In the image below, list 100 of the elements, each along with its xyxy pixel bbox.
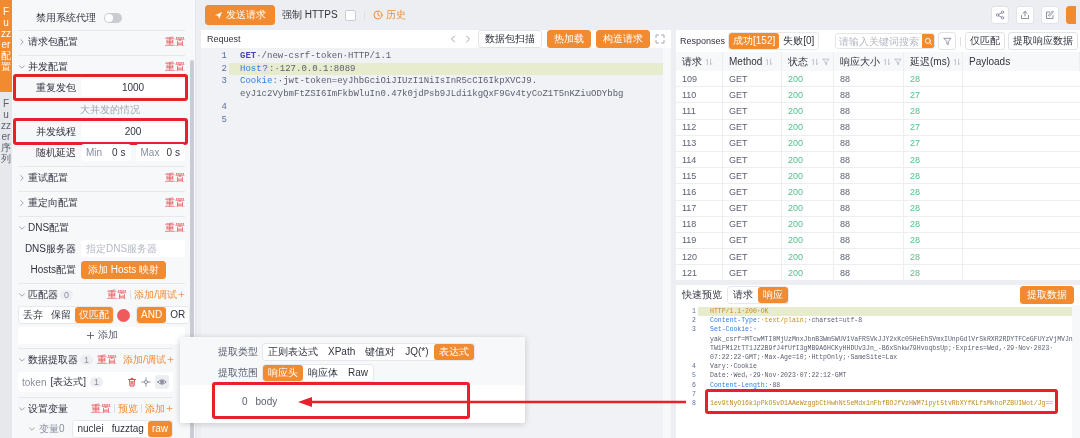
action-link[interactable]: 重置 [165,195,185,210]
table-cell: 88 [834,119,904,136]
side-tab[interactable]: Fuzzer 序列 [0,92,12,170]
extractor-name: token [22,376,47,388]
table-cell: 88 [834,103,904,120]
column-header[interactable]: 延迟(ms) [904,52,963,71]
type-option[interactable]: JQ(*) [400,344,434,360]
table-cell: 118 [676,216,723,233]
table-cell: 200 [782,71,834,88]
section-title[interactable]: 重定向配置 [28,195,78,210]
field-label: 提取范围 [218,366,258,380]
add-button[interactable]: 添加 [18,326,185,344]
min-delay-field[interactable]: Min 0 s [81,144,131,161]
field-label: 提取类型 [218,345,258,359]
dns-server-field[interactable]: 指定DNS服务器 [81,240,185,257]
table-cell: GET [723,168,782,185]
result-tab[interactable]: 失败[0] [779,33,819,49]
mode-option[interactable]: nuclei [73,421,108,437]
section-title[interactable]: 匹配器 [28,287,58,302]
extractor-item[interactable]: token [表达式] 1 [18,372,173,392]
table-cell: GET [723,216,782,233]
column-header[interactable]: Method [723,52,782,71]
table-cell: 200 [782,119,834,136]
checkbox-label: 强制 HTTPS [282,8,338,22]
table-cell: 200 [782,232,834,250]
toolbar-button[interactable]: 数据包扫描 [478,30,542,48]
preview-tab[interactable]: 请求 [728,287,758,303]
table-cell: 110 [676,87,723,104]
mode-option[interactable]: 丢弃 [19,307,47,323]
action-link[interactable]: 重置 [165,220,185,235]
type-option[interactable]: 键值对 [360,344,401,360]
mode-option[interactable]: 保留 [47,307,75,323]
field-label: 随机延迟 [35,145,76,160]
column-header[interactable]: 请求 [676,52,723,71]
line-number: 2 [220,62,228,76]
table-cell: GET [723,103,782,120]
max-delay-field[interactable]: Max 0 s [135,144,185,161]
table-cell: 114 [676,151,723,169]
table-cell: GET [723,135,782,152]
action-link[interactable]: 重置 [107,287,128,302]
variable-name: 变量0 [39,422,65,436]
table-cell: 112 [676,119,723,136]
table-cell: GET [723,200,782,217]
table-cell: 88 [834,135,904,152]
table-cell: 88 [834,200,904,217]
search-field[interactable]: 请输入关键词搜索 [835,33,935,49]
field-label: DNS服务器 [23,241,76,256]
table-cell: 115 [676,168,723,185]
line-number: 1 [220,50,228,63]
section-title[interactable]: 并发配置 [28,59,68,74]
table-cell: GET [723,232,782,250]
toolbar-button[interactable]: 提取响应数据 [1008,32,1078,50]
unit-label: s [175,147,180,158]
field-value: 0 [111,147,118,158]
table-cell: 88 [834,71,904,88]
action-link[interactable]: 重置 [91,401,111,416]
extractor-type: [表达式] [50,375,87,389]
table-cell: GET [723,249,782,266]
table-cell: 27 [904,135,963,152]
action-link[interactable]: 重置 [97,352,117,367]
column-header[interactable]: 状态 [782,52,834,71]
table-cell: 28 [904,168,963,185]
number-field[interactable]: 1000 [81,79,185,96]
action-link[interactable]: 重置 [165,170,185,185]
action-link[interactable]: 重置 [165,59,185,74]
mode-option[interactable]: fuzztag [107,421,148,437]
table-cell: 200 [782,216,834,233]
count-badge: 1 [80,354,93,365]
scope-option[interactable]: 响应体 [303,365,343,381]
table-cell: 88 [834,265,904,280]
action-link[interactable]: 重置 [165,34,185,49]
logic-option[interactable]: OR [166,307,190,323]
field-prefix: Max [140,147,160,158]
table-cell: 28 [904,71,963,88]
type-option[interactable]: XPath [323,344,361,360]
section-title[interactable]: 数据提取器 [28,352,78,367]
scope-option[interactable]: Raw [343,365,373,381]
number-field[interactable]: 200 [81,123,185,140]
result-index: 0 [242,396,248,407]
section-title[interactable]: 重试配置 [28,170,68,185]
table-cell: 88 [834,249,904,266]
line-number: 5 [220,113,228,127]
table-cell: 88 [834,151,904,169]
type-option[interactable]: 正则表达式 [263,344,323,360]
section-title[interactable]: 设置变量 [28,401,68,416]
column-header[interactable]: Payloads [963,52,1080,71]
table-cell: 28 [904,103,963,120]
toolbar-button[interactable]: 仅匹配 [965,32,1005,50]
section-title[interactable]: 请求包配置 [28,34,78,49]
table-cell: 200 [782,184,834,201]
table-cell: 28 [904,232,963,250]
table-cell: 119 [676,232,723,250]
section-title[interactable]: DNS配置 [28,220,70,235]
table-cell: GET [723,151,782,169]
field-value: 0 [166,147,172,158]
table-cell: 200 [782,135,834,152]
line-number: 4 [220,100,228,114]
table-cell: GET [723,87,782,104]
hint-text: 大并发的情况 [79,103,141,117]
column-header[interactable]: 响应大小 [834,52,904,71]
